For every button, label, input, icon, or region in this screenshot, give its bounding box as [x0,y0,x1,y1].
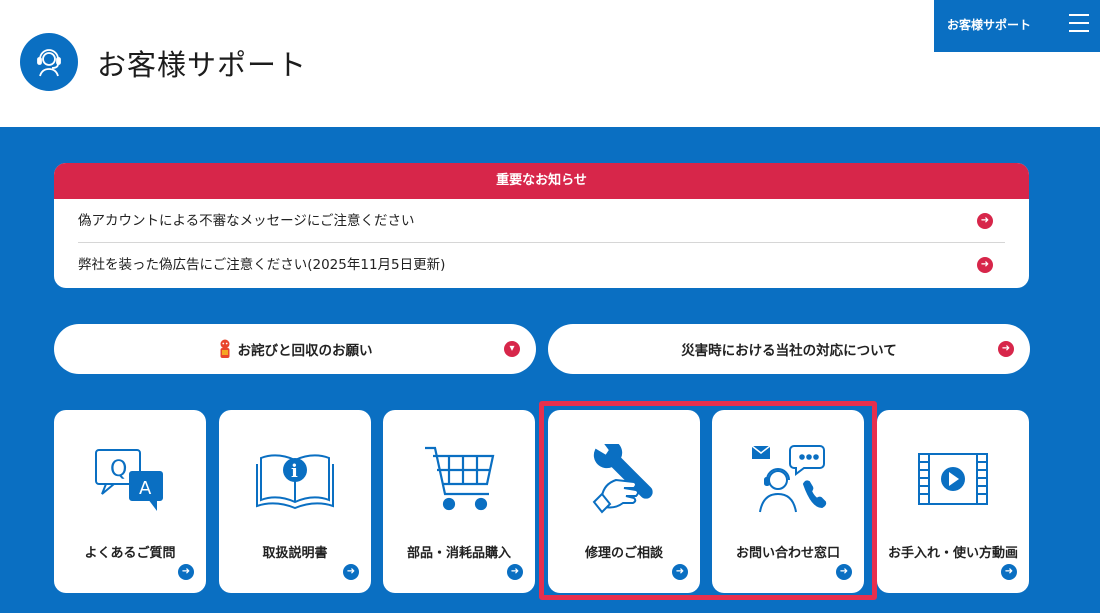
arrow-right-icon: ➜ [672,564,688,580]
tile-label: お問い合わせ窓口 [735,546,840,561]
svg-text:A: A [139,478,152,499]
tile-label: 部品・消耗品購入 [406,546,511,561]
notice-item-fake-ads[interactable]: 弊社を装った偽広告にご注意ください(2025年11月5日更新) ➜ [78,243,1005,287]
operator-contact-icon [748,444,828,516]
disaster-response-label: 災害時における当社の対応について [681,343,897,359]
main-content: 重要なお知らせ 偽アカウントによる不審なメッセージにご注意ください ➜ 弊社を装… [0,127,1100,613]
notice-item-text: 弊社を装った偽広告にご注意ください(2025年11月5日更新) [78,257,446,273]
arrow-right-icon: ➜ [178,564,194,580]
tile-manual[interactable]: i 取扱説明書 ➜ [219,410,371,593]
page-header: お客様サポート お客様サポート [0,0,1100,127]
notice-item-text: 偽アカウントによる不審なメッセージにご注意ください [78,213,415,229]
arrow-right-icon: ➜ [343,564,359,580]
shopping-cart-icon [419,444,499,516]
menu-label: お客様サポート [947,18,1032,32]
tile-contact-window[interactable]: お問い合わせ窓口 ➜ [712,410,864,593]
notice-item-fake-account[interactable]: 偽アカウントによる不審なメッセージにご注意ください ➜ [78,199,1005,243]
important-notice-card: 重要なお知らせ 偽アカウントによる不審なメッセージにご注意ください ➜ 弊社を装… [54,163,1029,288]
arrow-right-icon: ➜ [977,257,993,273]
svg-text:Q: Q [110,457,127,482]
chevron-down-icon: ▾ [504,341,520,357]
tile-label: 取扱説明書 [262,546,328,561]
arrow-right-icon: ➜ [977,213,993,229]
page-title: お客様サポート [97,48,308,82]
arrow-right-icon: ➜ [836,564,852,580]
tile-faq[interactable]: Q A よくあるご質問 ➜ [54,410,206,593]
arrow-right-icon: ➜ [998,341,1014,357]
arrow-right-icon: ➜ [1001,564,1017,580]
svg-text:i: i [291,461,298,482]
notice-heading: 重要なお知らせ [54,163,1029,199]
recall-notice-label: お詫びと回収のお願い [237,343,373,359]
tile-label: お手入れ・使い方動画 [887,546,1018,561]
tile-care-video[interactable]: お手入れ・使い方動画 ➜ [877,410,1029,593]
tile-label: よくあるご質問 [84,546,176,561]
headset-support-icon [20,33,78,91]
manual-book-icon: i [255,444,335,516]
recall-notice-button[interactable]: お詫びと回収のお願い ▾ [54,324,536,374]
qa-bubbles-icon: Q A [90,444,170,516]
arrow-right-icon: ➜ [507,564,523,580]
wrench-hand-icon [584,439,664,516]
tile-repair-consultation[interactable]: 修理のご相談 ➜ [548,410,700,593]
video-film-icon [913,444,993,516]
mascot-icon [218,339,232,359]
tile-parts-purchase[interactable]: 部品・消耗品購入 ➜ [383,410,535,593]
hamburger-menu-icon[interactable] [1069,14,1089,32]
menu-button[interactable]: お客様サポート [934,0,1100,52]
disaster-response-button[interactable]: 災害時における当社の対応について ➜ [548,324,1030,374]
tile-label: 修理のご相談 [584,546,663,561]
